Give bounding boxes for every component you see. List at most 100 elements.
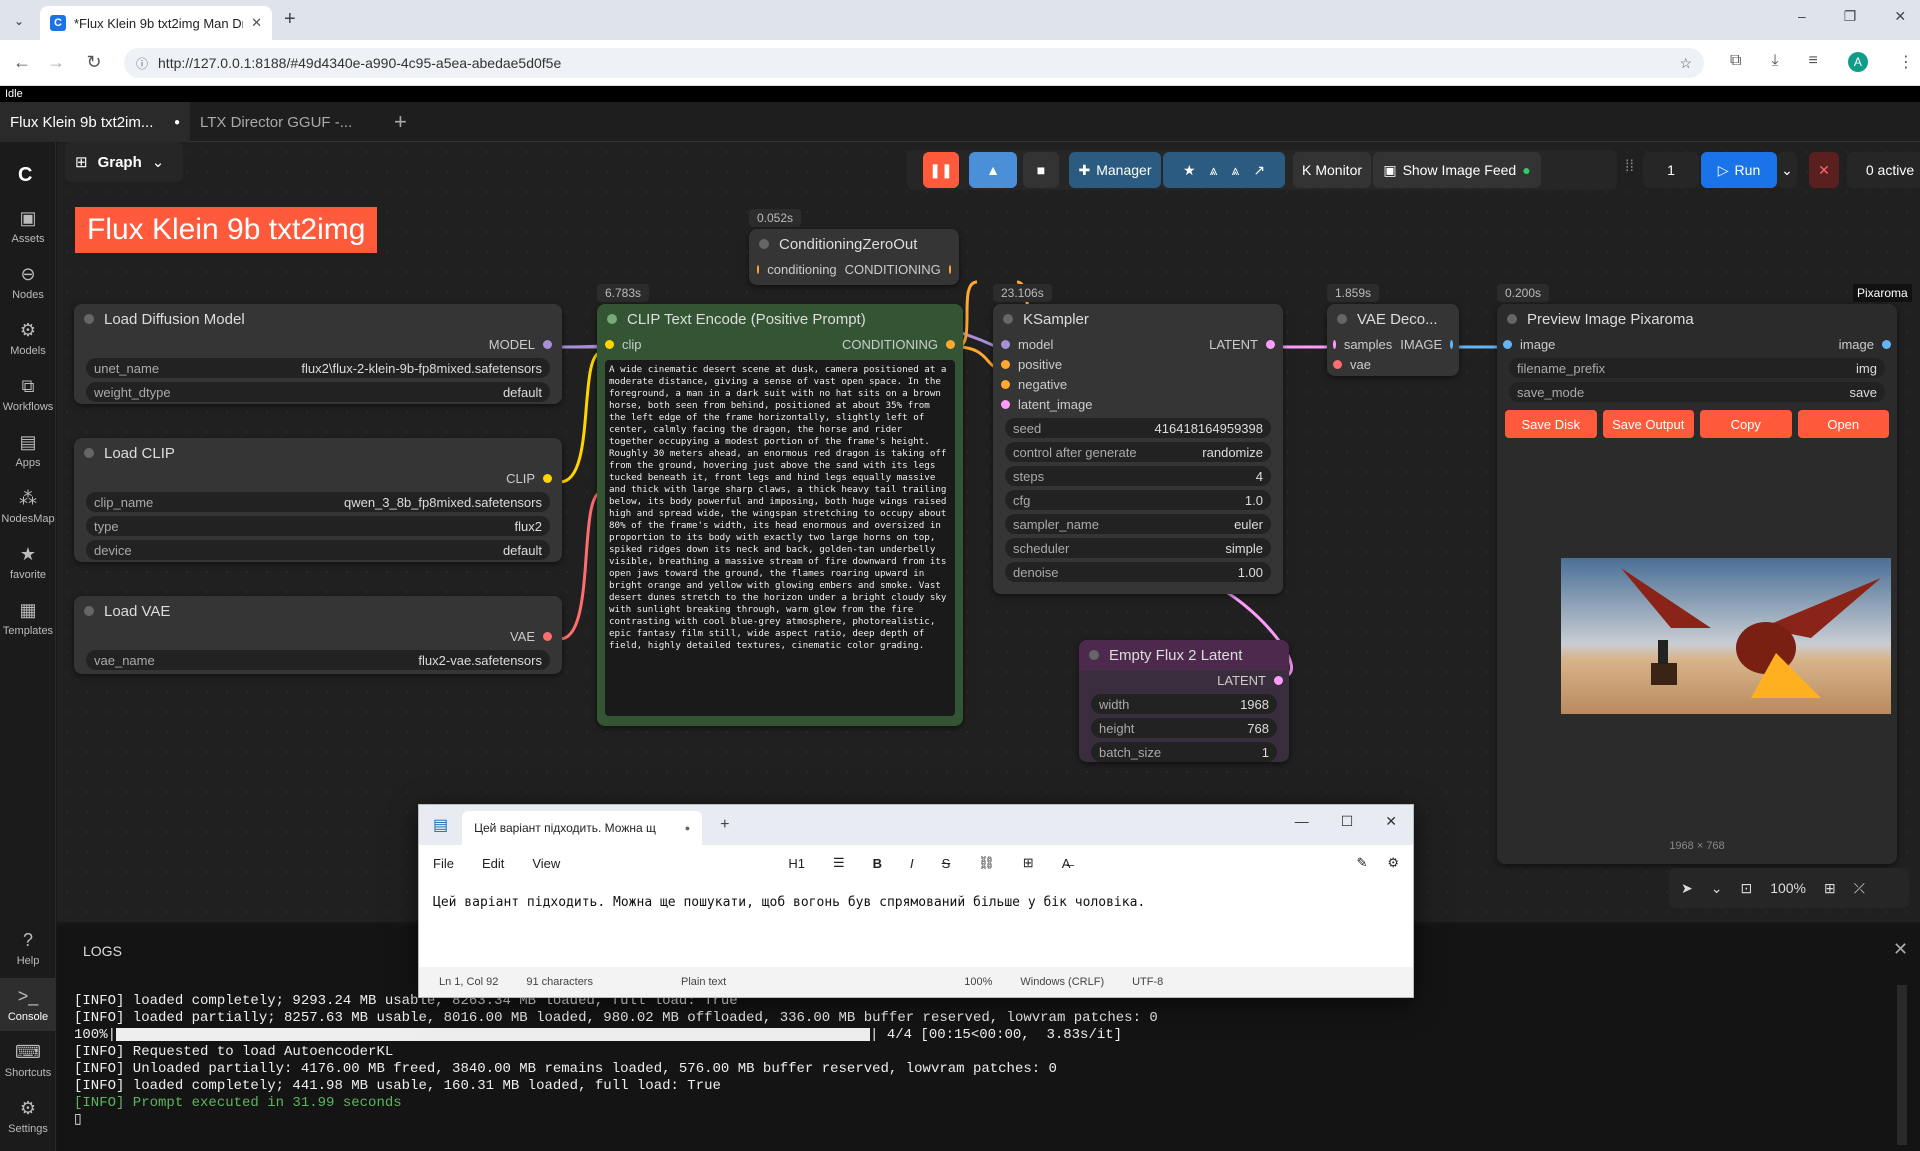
- bold-icon[interactable]: B: [873, 856, 882, 871]
- minimize-icon[interactable]: —: [1295, 813, 1309, 830]
- back-icon[interactable]: ←: [8, 48, 36, 76]
- widget-type[interactable]: type flux2: [86, 516, 550, 536]
- open-button[interactable]: Open: [1797, 410, 1889, 438]
- strikethrough-icon[interactable]: S: [942, 856, 951, 871]
- output-slot-dot[interactable]: [948, 264, 951, 274]
- tab-workflow-2[interactable]: LTX Director GGUF -...: [190, 102, 380, 142]
- bookmark-star-icon[interactable]: ☆: [1679, 55, 1692, 72]
- menu-file[interactable]: File: [433, 856, 454, 871]
- input-slot-dot[interactable]: [1001, 339, 1010, 349]
- show-image-feed-button[interactable]: ▣ Show Image Feed ●: [1373, 152, 1541, 188]
- copilot-icon[interactable]: ✎: [1356, 855, 1367, 871]
- share-icon[interactable]: ↗: [1253, 162, 1265, 179]
- widget-weight-dtype[interactable]: weight_dtype default: [86, 382, 550, 402]
- widget-unet-name[interactable]: unet_name flux2\flux-2-klein-9b-fp8mixed.…: [86, 358, 550, 378]
- cancel-icon[interactable]: ✕: [1809, 152, 1839, 188]
- sidebar-item-settings[interactable]: ⚙ Settings: [0, 1098, 56, 1135]
- maximize-icon[interactable]: ☐: [1341, 813, 1354, 830]
- menu-view[interactable]: View: [532, 856, 560, 871]
- media-icon[interactable]: ≡: [1809, 52, 1818, 72]
- close-logs-icon[interactable]: ✕: [1893, 939, 1908, 960]
- url-field[interactable]: ⓘ http://127.0.0.1:8188/#49d4340e-a990-4…: [124, 48, 1704, 78]
- node-ksampler[interactable]: KSampler model LATENT positive negative l…: [993, 304, 1283, 594]
- node-conditioning-zero-out[interactable]: ConditioningZeroOut conditioning CONDITI…: [749, 229, 959, 285]
- input-slot-dot[interactable]: [1001, 359, 1010, 369]
- menu-icon[interactable]: ⋮: [1898, 52, 1914, 72]
- pixaroma-icon[interactable]: ❚❚: [923, 152, 959, 188]
- node-vae-decode[interactable]: VAE Deco... samples IMAGE vae: [1327, 304, 1459, 376]
- fit-view-icon[interactable]: ⊡: [1740, 880, 1752, 897]
- run-options-chevron-icon[interactable]: ⌄: [1777, 152, 1797, 188]
- queue-count-input[interactable]: 1: [1643, 152, 1699, 188]
- node-load-vae[interactable]: Load VAE VAE vae_name flux2-vae.safetenso…: [74, 596, 562, 674]
- output-slot[interactable]: VAE: [74, 626, 562, 646]
- widget-control-after-generate[interactable]: control after generate randomize: [1005, 442, 1271, 462]
- gear-icon[interactable]: ⚙: [1387, 855, 1399, 871]
- close-icon[interactable]: ✕: [1385, 813, 1397, 830]
- italic-icon[interactable]: I: [910, 856, 914, 871]
- sidebar-item-console[interactable]: >_ Console: [0, 978, 56, 1031]
- pointer-icon[interactable]: ➤: [1681, 880, 1693, 897]
- input-slot-dot[interactable]: [1001, 399, 1010, 409]
- output-slot[interactable]: CLIP: [74, 468, 562, 488]
- model-icon[interactable]: ⩓: [1231, 162, 1239, 179]
- prompt-textarea[interactable]: A wide cinematic desert scene at dusk, c…: [605, 360, 955, 716]
- notepad-tab[interactable]: Цей варіант підходить. Можна щ ●: [462, 811, 703, 845]
- pixaroma-logo-icon[interactable]: ▲: [969, 152, 1017, 188]
- scrollbar[interactable]: [1897, 985, 1907, 1145]
- manager-extras[interactable]: ★ ⩓ ⩓ ↗: [1163, 152, 1285, 188]
- restore-icon[interactable]: ❐: [1844, 8, 1857, 25]
- output-slot[interactable]: LATENT: [1079, 670, 1289, 690]
- run-button[interactable]: ▷ Run: [1701, 152, 1777, 188]
- menu-edit[interactable]: Edit: [482, 856, 504, 871]
- sidebar-item-workflows[interactable]: ⧉ Workflows: [0, 376, 56, 413]
- input-slot-dot[interactable]: [1001, 379, 1010, 389]
- new-tab-icon[interactable]: +: [284, 8, 296, 31]
- notepad-editor[interactable]: Цей варіант підходить. Можна ще пошукати…: [419, 881, 1413, 967]
- heading-dropdown[interactable]: H1: [788, 856, 805, 871]
- add-workflow-icon[interactable]: +: [384, 102, 417, 142]
- input-slot-dot[interactable]: [1503, 339, 1512, 349]
- widget-filename-prefix[interactable]: filename_prefix img: [1509, 358, 1885, 378]
- input-slot-dot[interactable]: [1333, 359, 1342, 369]
- preview-image[interactable]: [1561, 558, 1891, 714]
- tab-workflow-1[interactable]: Flux Klein 9b txt2im... ●: [0, 102, 190, 142]
- clear-format-icon[interactable]: A̶: [1062, 856, 1071, 871]
- sidebar-item-shortcuts[interactable]: ⌨ Shortcuts: [0, 1042, 56, 1079]
- minimize-icon[interactable]: –: [1798, 8, 1806, 25]
- widget-clip-name[interactable]: clip_name qwen_3_8b_fp8mixed.safetensors: [86, 492, 550, 512]
- zoom-level[interactable]: 100%: [1770, 880, 1806, 896]
- table-icon[interactable]: ⊞: [1023, 855, 1034, 871]
- widget-height[interactable]: height 768: [1091, 718, 1277, 738]
- list-icon[interactable]: ☰: [833, 855, 845, 871]
- node-clip-text-encode[interactable]: CLIP Text Encode (Positive Prompt) clip …: [597, 304, 963, 726]
- sidebar-item-favorite[interactable]: ★ favorite: [0, 544, 56, 581]
- manager-button[interactable]: ✚ Manager: [1069, 152, 1161, 188]
- widget-scheduler[interactable]: scheduler simple: [1005, 538, 1271, 558]
- widget-cfg[interactable]: cfg 1.0: [1005, 490, 1271, 510]
- close-window-icon[interactable]: ✕: [1894, 8, 1906, 25]
- input-slot-dot[interactable]: [757, 264, 760, 274]
- extensions-icon[interactable]: ⧉: [1730, 52, 1741, 72]
- drag-handle-icon[interactable]: ⁞⁞: [1625, 158, 1634, 176]
- active-count[interactable]: 0 active: [1847, 152, 1920, 188]
- sidebar-item-apps[interactable]: ▤ Apps: [0, 432, 56, 469]
- node-empty-flux2-latent[interactable]: Empty Flux 2 Latent LATENT width 1968 hei…: [1079, 640, 1289, 762]
- monitor-button[interactable]: K Monitor: [1293, 152, 1371, 188]
- widget-steps[interactable]: steps 4: [1005, 466, 1271, 486]
- map-icon[interactable]: ⊞: [1824, 880, 1836, 897]
- node-load-diffusion[interactable]: Load Diffusion Model MODEL unet_name flux…: [74, 304, 562, 404]
- widget-seed[interactable]: seed 416418164959398: [1005, 418, 1271, 438]
- sidebar-item-assets[interactable]: ▣ Assets: [0, 208, 56, 245]
- star-icon[interactable]: ★: [1183, 162, 1196, 179]
- output-slot-dot[interactable]: [946, 339, 955, 349]
- hide-links-icon[interactable]: ⤫: [1854, 880, 1865, 897]
- sidebar-item-help[interactable]: ? Help: [0, 930, 56, 967]
- site-info-icon[interactable]: ⓘ: [136, 55, 148, 72]
- forward-icon[interactable]: →: [42, 48, 70, 76]
- output-slot[interactable]: MODEL: [74, 334, 562, 354]
- widget-denoise[interactable]: denoise 1.00: [1005, 562, 1271, 582]
- workflow-title-note[interactable]: Flux Klein 9b txt2img: [75, 207, 378, 253]
- chevron-down-icon[interactable]: ⌄: [1711, 880, 1723, 897]
- cursor[interactable]: ▯: [74, 1112, 1158, 1129]
